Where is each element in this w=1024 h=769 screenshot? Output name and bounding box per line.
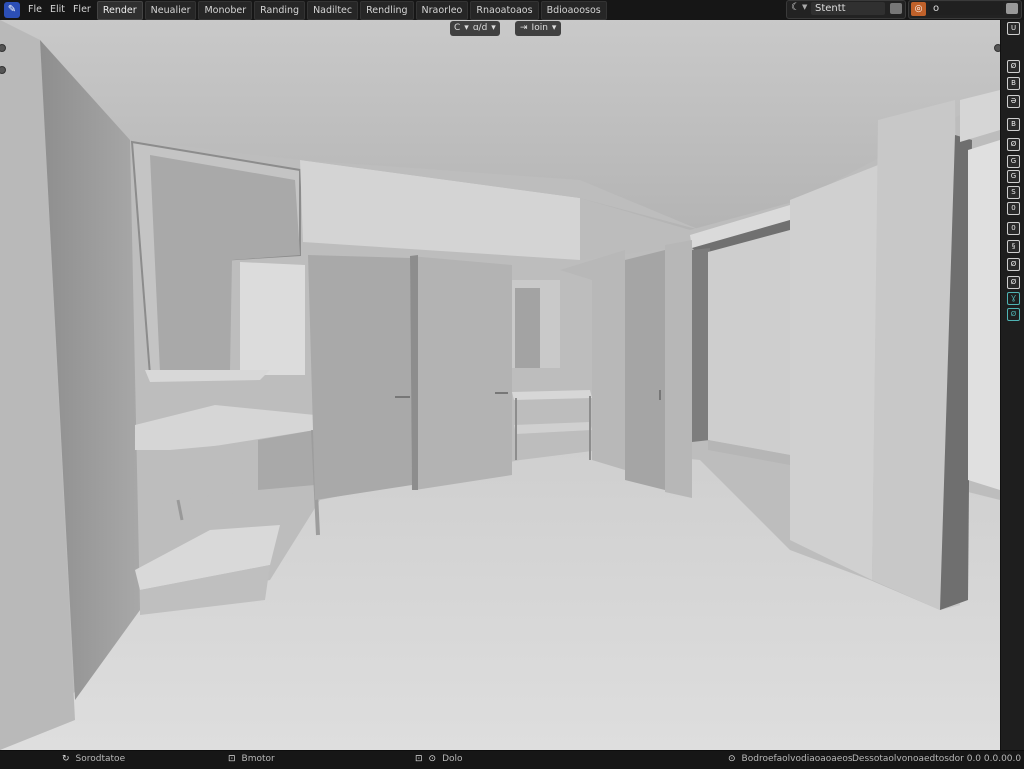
app-logo-icon[interactable]: ✎ (4, 2, 20, 18)
chevron-down-icon[interactable]: ▾ (552, 21, 557, 36)
cursor-icon[interactable]: U (1007, 22, 1020, 35)
tab-workspace-8[interactable]: Rnaoatoaos (470, 1, 539, 20)
mouse-right-icon: ⊡ (415, 754, 423, 764)
3d-viewport[interactable]: C ▾ ɑ/d ▾ ⇥ Ioin ▾ (0, 20, 1000, 750)
view-layer-icon: ◎ (911, 2, 926, 16)
tab-workspace-1[interactable]: Render (96, 1, 143, 20)
viewport-mode-selector[interactable]: C ▾ ɑ/d ▾ (450, 21, 500, 36)
tool-shelf: U Ø B Ə B Ø G G S 0 0 § Ø Ø Ɣ Ø (1000, 20, 1024, 750)
menu-file[interactable]: Fle (24, 1, 46, 18)
viewport-view-selector[interactable]: ⇥ Ioin ▾ (515, 21, 562, 36)
chevron-down-icon[interactable]: ▼ (802, 3, 807, 11)
object-mode-icon: C (454, 23, 461, 33)
move-icon[interactable]: Ø (1007, 60, 1020, 73)
view-layer-browse-button[interactable] (1006, 3, 1018, 14)
view-layer-selector[interactable]: ◎ o (908, 0, 1022, 19)
knife-icon[interactable]: Ø (1007, 276, 1020, 289)
scene-name-field[interactable]: Stentt (811, 2, 885, 15)
tab-workspace-4[interactable]: Randing (254, 1, 306, 20)
tab-workspace-7[interactable]: Nraorleo (415, 1, 469, 20)
rotate-icon[interactable]: B (1007, 77, 1020, 90)
status-item-stats: ⊙ Bodroefaolvodiaoaoaeos (728, 754, 853, 764)
loop-cut-icon[interactable]: Ø (1007, 258, 1020, 271)
status-item-menu: ⊡ ⊙ Dolo (415, 754, 463, 764)
cut-icon[interactable]: S (1007, 186, 1020, 199)
view-layer-name-field[interactable]: o (929, 2, 1003, 15)
add-cube-icon[interactable]: G (1007, 170, 1020, 183)
top-menu-bar: ✎ Fle Elit Fler Render Neualier Monober … (0, 0, 1024, 21)
status-stats-text: Bodroefaolvodiaoaoaeos (741, 754, 853, 764)
tab-workspace-5[interactable]: Nadiltec (307, 1, 359, 20)
status-item-move: ⊡ Bmotor (228, 754, 275, 764)
chevron-down-icon[interactable]: ▾ (464, 21, 469, 36)
viewport-view-label: Ioin (531, 23, 548, 33)
measure-icon[interactable]: G (1007, 155, 1020, 168)
status-move-text: Bmotor (241, 754, 275, 764)
spin-icon[interactable]: Ø (1007, 308, 1020, 321)
mouse-middle-icon: ⊡ (228, 754, 236, 764)
menu-icon: ⊙ (428, 754, 437, 764)
menu-render[interactable]: Fler (69, 1, 95, 18)
tab-workspace-3[interactable]: Monober (198, 1, 253, 20)
annotate-icon[interactable]: Ø (1007, 138, 1020, 151)
chevron-down-icon[interactable]: ▾ (491, 21, 496, 36)
info-icon: ⊙ (728, 754, 736, 764)
transform-icon[interactable]: B (1007, 118, 1020, 131)
scene-selector[interactable]: ☾ ▼ Stentt (786, 0, 906, 19)
menu-list: Fle Elit Fler Render Neualier Monober Ra… (24, 0, 607, 20)
inset-icon[interactable]: 0 (1007, 222, 1020, 235)
view-icon: ⇥ (520, 23, 528, 33)
status-version: Dessotaolvonoaedtosdor 0.0 0.0.00.0 (852, 754, 1022, 764)
poly-build-icon[interactable]: Ɣ (1007, 292, 1020, 305)
tab-workspace-2[interactable]: Neualier (144, 1, 197, 20)
menu-edit[interactable]: Elit (46, 1, 69, 18)
scene-browse-button[interactable] (890, 3, 902, 14)
tab-workspace-9[interactable]: Bdioaoosos (540, 1, 607, 20)
extrude-icon[interactable]: 0 (1007, 202, 1020, 215)
viewport-scene-render (0, 20, 1000, 750)
viewport-mode-label: ɑ/d (472, 23, 488, 33)
tab-workspace-6[interactable]: Rendling (360, 1, 414, 20)
scene-icon: ☾ (791, 2, 800, 13)
scale-icon[interactable]: Ə (1007, 95, 1020, 108)
bevel-icon[interactable]: § (1007, 240, 1020, 253)
status-menu-text: Dolo (442, 754, 463, 764)
status-select-text: Sorodtatoe (75, 754, 126, 764)
mouse-left-icon: ↻ (62, 754, 70, 764)
status-item-select: ↻ Sorodtatoe (62, 754, 125, 764)
status-bar: ↻ Sorodtatoe ⊡ Bmotor ⊡ ⊙ Dolo ⊙ Bodroefaolvo… (0, 750, 1024, 769)
